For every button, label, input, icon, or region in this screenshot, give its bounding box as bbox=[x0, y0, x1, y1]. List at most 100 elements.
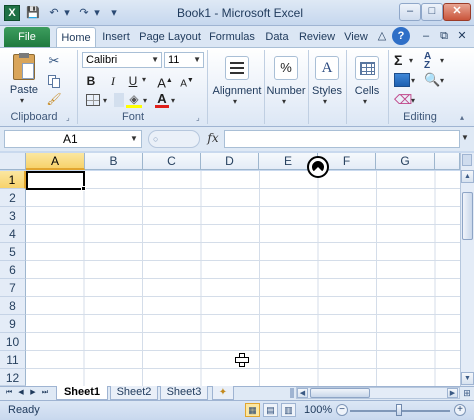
row-header[interactable]: 1 bbox=[0, 171, 26, 189]
zoom-slider-thumb[interactable] bbox=[396, 404, 402, 416]
sort-filter-icon[interactable]: AZ bbox=[424, 52, 440, 71]
save-icon[interactable]: 💾 bbox=[25, 5, 41, 21]
split-box-horizontal[interactable]: ⊞ bbox=[461, 388, 473, 398]
underline-dropdown-icon[interactable]: ▾ bbox=[142, 75, 146, 84]
row-header[interactable]: 9 bbox=[0, 315, 26, 333]
italic-button[interactable]: I bbox=[104, 72, 122, 90]
tab-page-layout[interactable]: Page Layout bbox=[138, 27, 202, 47]
cut-icon[interactable]: ✂ bbox=[46, 53, 62, 69]
restore-button[interactable]: □ bbox=[421, 3, 443, 21]
select-all-corner[interactable] bbox=[0, 153, 26, 170]
next-sheet-icon[interactable]: ▶ bbox=[28, 387, 38, 399]
zoom-out-icon[interactable]: − bbox=[336, 404, 348, 416]
column-header[interactable]: D bbox=[201, 153, 259, 170]
font-size-combo[interactable]: 11 ▼ bbox=[164, 52, 204, 68]
scroll-left-icon[interactable]: ◀ bbox=[297, 388, 308, 398]
column-header[interactable]: G bbox=[376, 153, 435, 170]
row-header[interactable]: 5 bbox=[0, 243, 26, 261]
redo-icon[interactable]: ↷ bbox=[76, 5, 92, 21]
tab-file[interactable]: File bbox=[4, 27, 50, 47]
row-header[interactable]: 11 bbox=[0, 351, 26, 369]
minimize-ribbon-icon[interactable]: △ bbox=[374, 28, 390, 44]
doc-restore-icon[interactable]: ⧉ bbox=[436, 28, 452, 44]
close-button[interactable]: ✕ bbox=[443, 3, 471, 21]
copy-icon[interactable] bbox=[46, 73, 62, 89]
row-header[interactable]: 8 bbox=[0, 297, 26, 315]
row-header[interactable]: 10 bbox=[0, 333, 26, 351]
active-cell[interactable] bbox=[26, 171, 85, 190]
tab-data[interactable]: Data bbox=[262, 27, 292, 47]
scroll-right-icon[interactable]: ▶ bbox=[447, 388, 458, 398]
row-header[interactable]: 4 bbox=[0, 225, 26, 243]
column-header[interactable]: C bbox=[143, 153, 201, 170]
clear-dropdown-icon[interactable]: ▾ bbox=[411, 96, 415, 105]
insert-function-icon[interactable]: fx bbox=[205, 131, 221, 147]
name-box-dropdown-icon[interactable]: ▼ bbox=[130, 134, 138, 143]
undo-dropdown-icon[interactable]: ▾ bbox=[62, 5, 72, 21]
excel-app-icon[interactable]: X bbox=[4, 5, 20, 21]
prev-sheet-icon[interactable]: ◀ bbox=[16, 387, 26, 399]
scroll-down-icon[interactable]: ▼ bbox=[461, 372, 474, 385]
autosum-dropdown-icon[interactable]: ▾ bbox=[409, 56, 413, 65]
clear-icon[interactable]: ⌫ bbox=[394, 92, 412, 107]
page-break-view-icon[interactable]: ▥ bbox=[281, 403, 296, 417]
row-header[interactable]: 12 bbox=[0, 369, 26, 386]
borders-dropdown-icon[interactable]: ▾ bbox=[103, 96, 107, 105]
find-select-dropdown-icon[interactable]: ▾ bbox=[440, 76, 444, 85]
font-color-dropdown-icon[interactable]: ▾ bbox=[171, 96, 175, 105]
alignment-button[interactable]: Alignment ▾ bbox=[212, 52, 262, 110]
underline-button[interactable]: U bbox=[124, 72, 142, 90]
fill-icon[interactable] bbox=[394, 73, 410, 87]
borders-icon[interactable] bbox=[86, 94, 100, 106]
tab-home[interactable]: Home bbox=[56, 27, 96, 47]
doc-close-icon[interactable]: ✕ bbox=[454, 28, 470, 44]
expand-formula-bar-icon[interactable]: ▼ bbox=[461, 133, 469, 142]
autosum-icon[interactable]: Σ bbox=[394, 52, 408, 68]
doc-minimize-icon[interactable]: – bbox=[418, 28, 434, 44]
normal-view-icon[interactable]: ▦ bbox=[245, 403, 260, 417]
bold-button[interactable]: B bbox=[82, 72, 100, 90]
formula-bar-divider[interactable]: ○ bbox=[148, 130, 200, 148]
minimize-button[interactable]: – bbox=[399, 3, 421, 21]
paste-button[interactable]: Paste ▾ bbox=[8, 52, 40, 105]
undo-icon[interactable]: ↶ bbox=[46, 5, 62, 21]
tab-formulas[interactable]: Formulas bbox=[206, 27, 258, 47]
row-header[interactable]: 7 bbox=[0, 279, 26, 297]
column-header-partial[interactable] bbox=[435, 153, 460, 170]
number-button[interactable]: % Number ▾ bbox=[266, 52, 306, 110]
cells-button[interactable]: Cells ▾ bbox=[348, 52, 386, 110]
page-layout-view-icon[interactable]: ▤ bbox=[263, 403, 278, 417]
row-header[interactable]: 3 bbox=[0, 207, 26, 225]
font-color-icon[interactable]: A bbox=[155, 91, 169, 106]
column-header[interactable]: B bbox=[85, 153, 143, 170]
formula-input[interactable] bbox=[224, 130, 460, 148]
tab-split-handle[interactable] bbox=[290, 388, 294, 398]
scroll-up-icon[interactable]: ▲ bbox=[461, 170, 474, 183]
split-box-vertical[interactable] bbox=[462, 154, 472, 166]
styles-button[interactable]: A Styles ▾ bbox=[310, 52, 344, 110]
insert-sheet-icon[interactable]: ✦ bbox=[212, 386, 234, 400]
row-header[interactable]: 2 bbox=[0, 189, 26, 207]
sheet-tab-sheet3[interactable]: Sheet3 bbox=[160, 386, 208, 400]
shrink-font-button[interactable]: A▼ bbox=[178, 72, 196, 90]
column-header[interactable]: A bbox=[26, 153, 85, 170]
vertical-scrollbar[interactable] bbox=[460, 153, 474, 386]
font-dialog-launcher-icon[interactable]: ⌟ bbox=[196, 113, 205, 122]
sheet-tab-sheet1[interactable]: Sheet1 bbox=[56, 386, 108, 400]
sort-filter-dropdown-icon[interactable]: ▾ bbox=[440, 56, 444, 65]
zoom-in-icon[interactable]: + bbox=[454, 404, 466, 416]
last-sheet-icon[interactable]: ⏭ bbox=[40, 387, 50, 399]
vertical-scroll-thumb[interactable] bbox=[462, 192, 473, 240]
fill-color-icon[interactable]: ◈ bbox=[126, 92, 142, 106]
font-name-combo[interactable]: Calibri ▼ bbox=[82, 52, 162, 68]
first-sheet-icon[interactable]: ⏮ bbox=[4, 387, 14, 399]
format-painter-icon[interactable]: 🖌 bbox=[46, 92, 62, 108]
clipboard-dialog-launcher-icon[interactable]: ⌟ bbox=[66, 113, 75, 122]
sheet-tab-sheet2[interactable]: Sheet2 bbox=[110, 386, 158, 400]
horizontal-scroll-thumb[interactable] bbox=[310, 388, 370, 398]
ribbon-collapse-icon[interactable]: ▴ bbox=[460, 113, 470, 123]
zoom-level[interactable]: 100% bbox=[304, 404, 332, 416]
name-box[interactable]: A1 bbox=[4, 130, 142, 148]
tab-insert[interactable]: Insert bbox=[98, 27, 134, 47]
grow-font-button[interactable]: A▲ bbox=[156, 72, 174, 90]
